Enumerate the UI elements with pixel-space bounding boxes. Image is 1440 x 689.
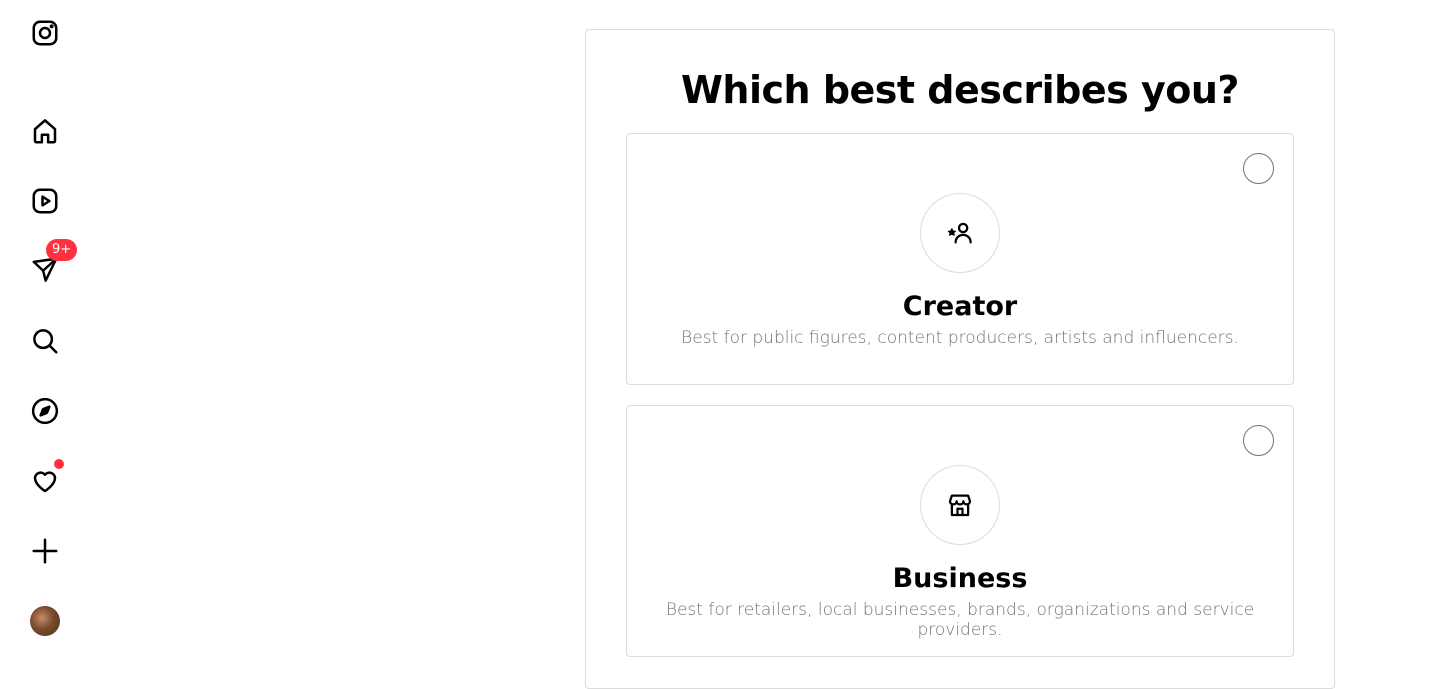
creator-radio-button[interactable] xyxy=(1243,153,1274,184)
business-option-description: Best for retailers, local businesses, br… xyxy=(665,600,1255,640)
storefront-icon xyxy=(920,465,1000,545)
creator-star-person-icon xyxy=(920,193,1000,273)
messages-badge: 9+ xyxy=(46,239,78,261)
account-type-panel: Which best describes you? Creator Best f… xyxy=(585,29,1335,689)
creator-option-card[interactable]: Creator Best for public figures, content… xyxy=(626,133,1294,385)
business-radio-button[interactable] xyxy=(1243,425,1274,456)
explore-icon[interactable] xyxy=(27,393,63,429)
avatar xyxy=(30,606,60,636)
business-option-card[interactable]: Business Best for retailers, local busin… xyxy=(626,405,1294,657)
page-title: Which best describes you? xyxy=(681,68,1239,112)
notifications-heart-icon[interactable] xyxy=(27,459,64,499)
business-option-title: Business xyxy=(892,563,1028,594)
creator-option-description: Best for public figures, content produce… xyxy=(681,328,1239,348)
profile-avatar-button[interactable] xyxy=(27,603,63,639)
creator-option-title: Creator xyxy=(902,291,1018,322)
messages-icon[interactable]: 9+ xyxy=(27,239,78,288)
search-icon[interactable] xyxy=(27,323,63,359)
sidebar-nav: 9+ xyxy=(0,0,90,668)
notification-dot xyxy=(54,459,64,469)
create-plus-icon[interactable] xyxy=(27,533,63,569)
home-icon[interactable] xyxy=(27,113,63,149)
reels-icon[interactable] xyxy=(27,183,63,219)
instagram-logo-icon[interactable] xyxy=(27,15,63,51)
